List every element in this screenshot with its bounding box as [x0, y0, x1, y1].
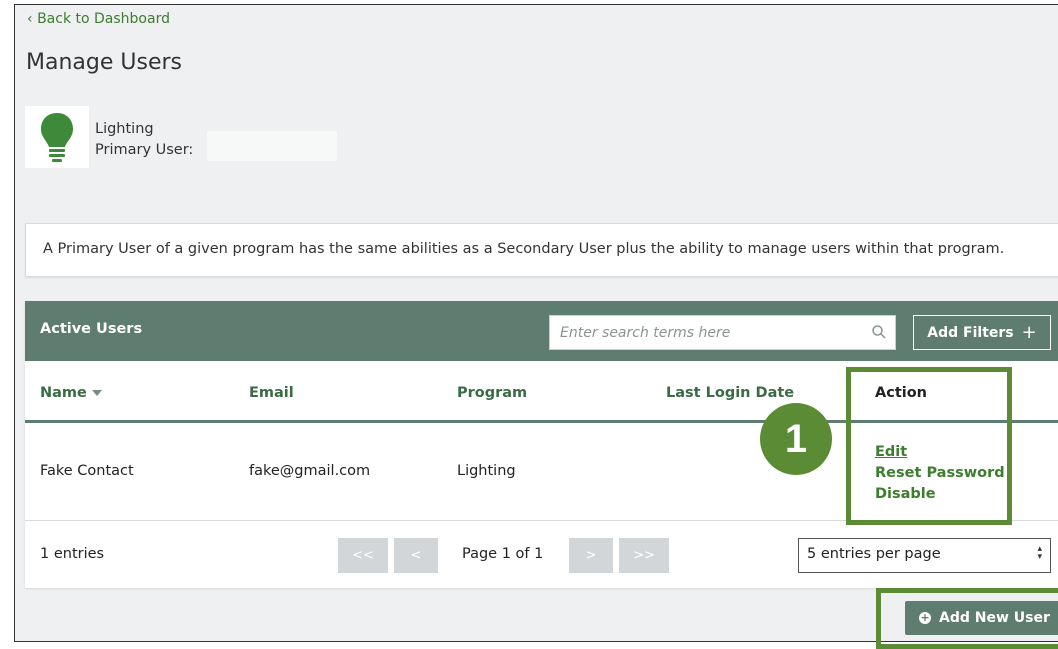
- back-link-label: Back to Dashboard: [37, 11, 170, 27]
- next-page-button[interactable]: >: [569, 538, 613, 573]
- manage-users-page: ‹ Back to Dashboard Manage Users Lightin…: [14, 4, 1058, 642]
- primary-user-label: Primary User:: [95, 142, 194, 158]
- cell-email: fake@gmail.com: [249, 463, 371, 479]
- program-name: Lighting: [95, 121, 154, 137]
- primary-user-value: [207, 131, 337, 161]
- page-indicator: Page 1 of 1: [462, 546, 544, 562]
- add-filters-button[interactable]: Add Filters +: [913, 315, 1051, 350]
- column-name-label: Name: [40, 385, 87, 401]
- page-title: Manage Users: [26, 50, 182, 75]
- entries-per-page-select[interactable]: 5 entries per page ▴ ▾: [798, 538, 1051, 573]
- panel-header: Active Users Add Filters +: [25, 301, 1058, 361]
- info-message: A Primary User of a given program has th…: [25, 223, 1058, 277]
- add-user-highlight: [876, 588, 1058, 649]
- back-to-dashboard-link[interactable]: ‹ Back to Dashboard: [27, 11, 170, 27]
- sort-down-icon: [91, 390, 102, 396]
- info-text: A Primary User of a given program has th…: [43, 241, 1005, 257]
- prev-page-button[interactable]: <: [394, 538, 438, 573]
- spinner-arrows-icon: ▴ ▾: [1037, 544, 1042, 562]
- per-page-value: 5 entries per page: [807, 546, 941, 562]
- lightbulb-icon: [41, 113, 73, 162]
- search-box: [549, 315, 896, 350]
- last-page-button[interactable]: >>: [619, 538, 669, 573]
- cell-name: Fake Contact: [40, 463, 134, 479]
- first-page-button[interactable]: <<: [338, 538, 388, 573]
- column-header-program[interactable]: Program: [457, 385, 527, 401]
- plus-icon: +: [1021, 321, 1037, 343]
- column-header-email[interactable]: Email: [249, 385, 294, 401]
- column-header-last-login[interactable]: Last Login Date: [666, 385, 794, 401]
- action-column-highlight: [846, 367, 1012, 525]
- program-icon-card: [25, 106, 89, 168]
- panel-title: Active Users: [40, 321, 143, 337]
- add-filters-label: Add Filters: [927, 324, 1014, 341]
- search-icon[interactable]: [871, 324, 887, 340]
- entries-count: 1 entries: [40, 546, 105, 562]
- search-input[interactable]: [550, 316, 860, 349]
- column-header-name[interactable]: Name: [40, 385, 102, 401]
- cell-program: Lighting: [457, 463, 516, 479]
- step-number-badge: 1: [760, 403, 832, 475]
